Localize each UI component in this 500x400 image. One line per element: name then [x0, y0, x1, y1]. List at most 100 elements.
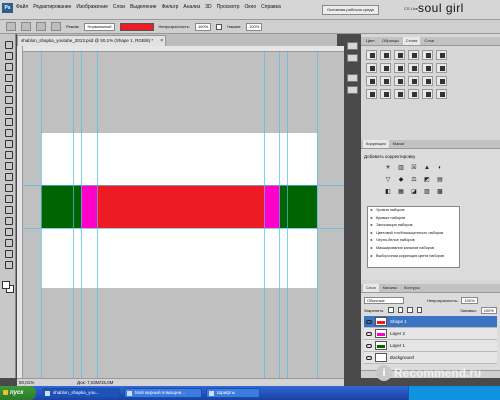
healing-brush-tool-icon[interactable]: [3, 106, 13, 115]
vibrance-icon[interactable]: ◐: [435, 164, 445, 172]
path-select-tool-icon[interactable]: [3, 216, 13, 225]
tab-paths[interactable]: Контуры: [401, 284, 423, 292]
tab-layers-top[interactable]: Слои: [421, 37, 437, 45]
tab-layers[interactable]: Слои: [363, 284, 379, 292]
photoshop-logo-icon[interactable]: Ps: [2, 3, 13, 13]
style-preset[interactable]: [422, 89, 433, 99]
style-preset[interactable]: [408, 89, 419, 99]
selective-color-icon[interactable]: ▩: [435, 188, 445, 196]
layer-opacity-field[interactable]: 100%: [461, 296, 478, 304]
style-preset[interactable]: [436, 50, 447, 60]
guide-horizontal[interactable]: [23, 185, 344, 186]
guide-vertical[interactable]: [264, 52, 265, 378]
invert-icon[interactable]: ◧: [383, 188, 393, 196]
style-preset[interactable]: [380, 89, 391, 99]
document-tab[interactable]: shablon_shapka_youtube_2013.psd @ 50,1% …: [17, 35, 167, 46]
task-computer[interactable]: Мой верный помощни...: [124, 388, 202, 398]
menu-window[interactable]: Окно: [245, 4, 257, 10]
paragraph-panel-icon[interactable]: [347, 86, 358, 94]
style-preset[interactable]: [422, 63, 433, 73]
character-panel-icon[interactable]: [347, 74, 358, 82]
green-band-right[interactable]: [280, 185, 317, 228]
brush-tool-icon[interactable]: [3, 117, 13, 126]
lock-transparency-icon[interactable]: [388, 307, 394, 313]
style-preset[interactable]: [394, 63, 405, 73]
curves-icon[interactable]: ☒: [409, 164, 419, 172]
green-band-left[interactable]: [41, 185, 81, 228]
anti-alias-checkbox[interactable]: [216, 23, 223, 30]
black-white-icon[interactable]: ⚖: [409, 176, 419, 184]
red-shape[interactable]: [97, 185, 264, 228]
menu-view[interactable]: Просмотр: [217, 4, 240, 10]
photo-filter-icon[interactable]: ◩: [422, 176, 432, 184]
preset-channel-mixer[interactable]: Микширование каналов наборов: [368, 245, 459, 253]
paths-icon[interactable]: [36, 22, 46, 31]
layer-row[interactable]: Shape 1: [364, 316, 497, 328]
guide-vertical[interactable]: [287, 52, 288, 378]
style-preset[interactable]: [380, 50, 391, 60]
eye-icon[interactable]: [366, 355, 372, 360]
preset-curves[interactable]: Кривые наборов: [368, 215, 459, 223]
preset-selective-color[interactable]: Выборочная коррекция цвета наборов: [368, 253, 459, 261]
style-preset[interactable]: [366, 63, 377, 73]
style-preset[interactable]: [394, 89, 405, 99]
pen-tool-preset-icon[interactable]: [6, 22, 16, 31]
tab-color[interactable]: Цвет: [363, 37, 378, 45]
move-tool-icon[interactable]: [3, 40, 13, 49]
quick-select-tool-icon[interactable]: [3, 73, 13, 82]
threshold-icon[interactable]: ◪: [409, 188, 419, 196]
guide-vertical[interactable]: [97, 52, 98, 378]
blend-mode-select[interactable]: Обычные: [364, 296, 404, 304]
guide-vertical[interactable]: [73, 52, 74, 378]
blur-tool-icon[interactable]: [3, 172, 13, 181]
style-preset[interactable]: [436, 76, 447, 86]
canvas-area[interactable]: [23, 52, 344, 378]
hue-saturation-icon[interactable]: ▽: [383, 176, 393, 184]
lasso-tool-icon[interactable]: [3, 62, 13, 71]
layer-row[interactable]: Background: [364, 352, 497, 364]
tab-masks[interactable]: Маски: [390, 140, 408, 148]
layer-fill-field[interactable]: 100%: [480, 306, 497, 314]
shape-layers-icon[interactable]: [21, 22, 31, 31]
magenta-strip-right[interactable]: [264, 185, 280, 228]
style-preset[interactable]: [366, 76, 377, 86]
opacity-field[interactable]: 100%: [194, 22, 212, 31]
style-preset[interactable]: [408, 63, 419, 73]
eyedropper-tool-icon[interactable]: [3, 95, 13, 104]
layer-row[interactable]: Layer 1: [364, 340, 497, 352]
menu-file[interactable]: Файл: [16, 4, 28, 10]
guide-vertical[interactable]: [279, 52, 280, 378]
style-preset[interactable]: [436, 89, 447, 99]
brightness-icon[interactable]: ☀: [383, 164, 393, 172]
style-preset[interactable]: [422, 50, 433, 60]
tab-swatches[interactable]: Образцы: [379, 37, 402, 45]
preset-levels[interactable]: Уровни наборов: [368, 207, 459, 215]
zoom-level[interactable]: 50,01%: [19, 379, 34, 386]
style-preset[interactable]: [436, 63, 447, 73]
preset-exposure[interactable]: Экспозиция наборов: [368, 222, 459, 230]
menu-analysis[interactable]: Анализ: [183, 4, 200, 10]
menu-help[interactable]: Справка: [261, 4, 281, 10]
menu-layers[interactable]: Слои: [113, 4, 125, 10]
gradient-tool-icon[interactable]: [3, 161, 13, 170]
style-preset[interactable]: [408, 76, 419, 86]
menu-select[interactable]: Выделение: [130, 4, 157, 10]
fill-field[interactable]: 100%: [246, 22, 263, 31]
3d-tool-icon[interactable]: [3, 238, 13, 247]
hand-tool-icon[interactable]: [3, 249, 13, 258]
style-preset[interactable]: [380, 76, 391, 86]
zoom-tool-icon[interactable]: [3, 260, 13, 269]
style-preset[interactable]: [394, 76, 405, 86]
actions-panel-icon[interactable]: [347, 54, 358, 62]
guide-vertical[interactable]: [41, 52, 42, 378]
style-preset[interactable]: [380, 63, 391, 73]
pen-tool-icon[interactable]: [3, 194, 13, 203]
menu-filter[interactable]: Фильтр: [162, 4, 179, 10]
foreground-color-swatch[interactable]: [2, 281, 10, 289]
start-button[interactable]: пуск: [0, 386, 36, 400]
magenta-strip-left[interactable]: [81, 185, 97, 228]
rectangle-shape-icon[interactable]: [51, 22, 61, 31]
preset-hue-saturation[interactable]: Цветовой тон/Насыщенность наборов: [368, 230, 459, 238]
exposure-icon[interactable]: ▲: [422, 164, 432, 172]
mode-select[interactable]: Нормальный: [84, 22, 115, 31]
